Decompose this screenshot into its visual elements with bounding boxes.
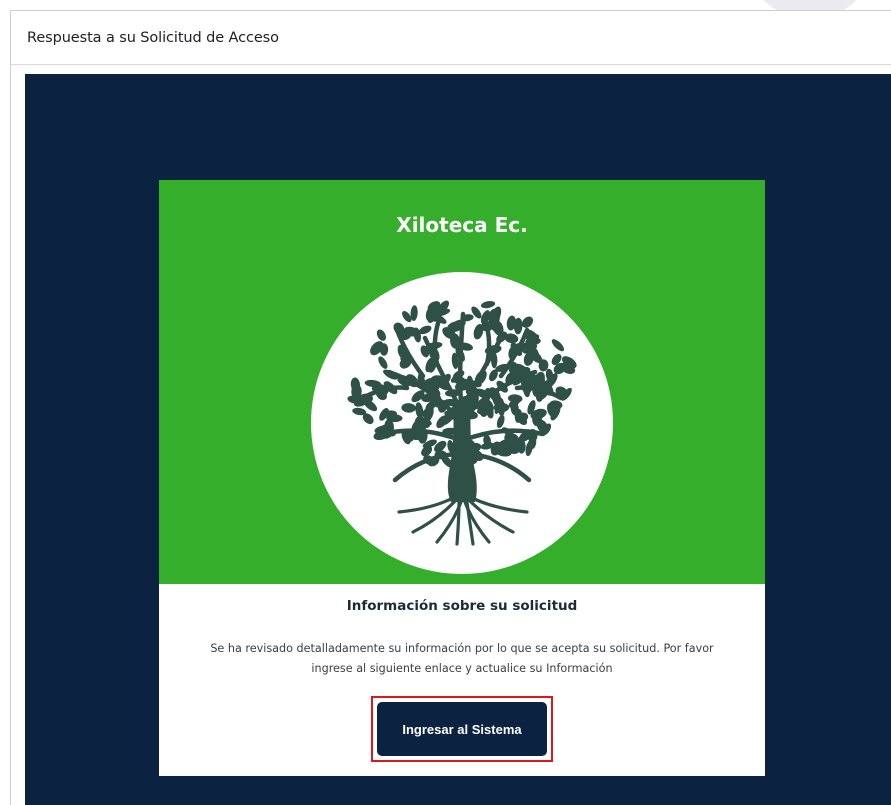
card-hero: Xiloteca Ec. bbox=[159, 180, 765, 584]
page: Respuesta a su Solicitud de Acceso Xilot… bbox=[0, 0, 891, 805]
message-window: Respuesta a su Solicitud de Acceso Xilot… bbox=[10, 10, 891, 805]
window-header: Respuesta a su Solicitud de Acceso bbox=[11, 11, 891, 65]
card-content: Información sobre su solicitud Se ha rev… bbox=[159, 584, 765, 776]
info-heading: Información sobre su solicitud bbox=[346, 598, 578, 614]
window-title: Respuesta a su Solicitud de Acceso bbox=[27, 30, 279, 46]
login-system-button[interactable]: Ingresar al Sistema bbox=[377, 702, 547, 756]
tree-of-life-icon bbox=[347, 300, 577, 546]
email-body: Xiloteca Ec. Información sobre su solici… bbox=[25, 74, 891, 805]
info-message: Se ha revisado detalladamente su informa… bbox=[210, 642, 714, 675]
brand-title: Xiloteca Ec. bbox=[396, 213, 528, 237]
email-card: Xiloteca Ec. Información sobre su solici… bbox=[159, 180, 765, 776]
logo-circle bbox=[311, 272, 613, 574]
